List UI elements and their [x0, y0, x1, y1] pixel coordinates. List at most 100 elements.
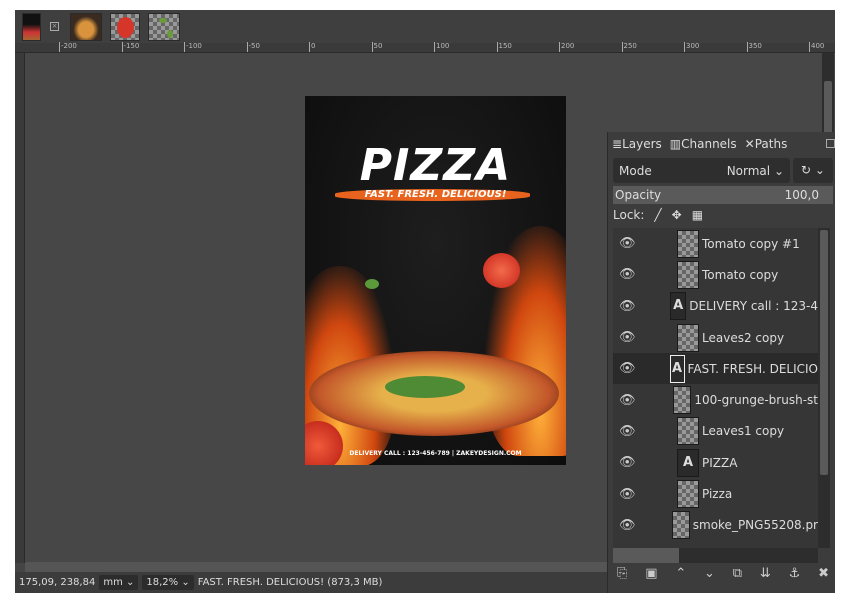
ruler-label: 250 [621, 42, 637, 52]
duplicate-layer-icon[interactable]: ⧉ [733, 566, 742, 581]
visibility-eye-icon[interactable]: 👁 [619, 487, 643, 502]
mode-label: Mode [619, 163, 652, 178]
layer-row[interactable]: 👁 A FAST. FRESH. DELICIO [613, 353, 818, 385]
image-tab-poster[interactable] [22, 13, 41, 41]
tab-paths[interactable]: ✕Paths [741, 135, 792, 153]
status-message: FAST. FRESH. DELICIOUS! (873,3 MB) [197, 577, 383, 588]
lock-alpha-icon[interactable]: ▦ [692, 208, 703, 222]
delete-layer-icon[interactable]: ✖ [818, 566, 829, 581]
anchor-mask-icon[interactable]: ⚓ [789, 566, 801, 581]
poster-footer: DELIVERY CALL : 123-456-789 | ZAKEYDESIG… [349, 450, 522, 457]
unit-value: mm [103, 577, 123, 588]
lock-row: Lock: ╱ ✥ ▦ [613, 208, 703, 222]
ruler-label: -100 [184, 42, 202, 52]
mode-select[interactable]: Mode Normal ⌄ [613, 158, 790, 183]
layer-thumbnail [677, 480, 699, 509]
lock-pixels-icon[interactable]: ╱ [654, 208, 661, 222]
tomato-slice [483, 253, 520, 288]
tab-label: Paths [754, 137, 788, 151]
text-layer-icon: A [669, 354, 685, 383]
pointer-coordinates: 175,09, 238,84 [19, 577, 96, 588]
channels-icon: ▥ [669, 137, 682, 151]
zoom-select[interactable]: 18,2% ⌄ [142, 575, 194, 590]
poster-image[interactable]: PIZZA FAST. FRESH. DELICIOUS! DELIVERY C… [305, 96, 566, 465]
zoom-value: 18,2% [146, 577, 179, 588]
visibility-eye-icon[interactable]: 👁 [619, 518, 638, 533]
layer-row[interactable]: 👁 100-grunge-brush-st [613, 384, 818, 415]
opacity-label: Opacity [615, 188, 662, 202]
vertical-ruler[interactable] [15, 53, 25, 563]
visibility-eye-icon[interactable]: 👁 [619, 361, 636, 376]
tab-channels[interactable]: ▥Channels [666, 135, 741, 153]
merge-layer-icon[interactable]: ⇊ [760, 566, 771, 581]
layers-hscrollbar[interactable] [613, 548, 818, 563]
image-tab-tomato[interactable] [110, 13, 140, 41]
layer-name: Leaves1 copy [702, 424, 785, 439]
layer-name: Pizza [702, 487, 733, 502]
layer-thumbnail [677, 417, 699, 446]
image-tab-leaves[interactable] [148, 13, 180, 41]
layer-row[interactable]: 👁 Tomato copy [613, 259, 818, 290]
ruler-label: 150 [496, 42, 512, 52]
layers-list: 👁 Tomato copy #1 👁 Tomato copy 👁 A DELIVERY ca… [613, 228, 818, 548]
visibility-eye-icon[interactable]: 👁 [619, 330, 643, 345]
opacity-slider[interactable]: Opacity 100,0 [613, 186, 833, 204]
layers-dock: ≣Layers ▥Channels ✕Paths Mode Normal ⌄ ↻ … [607, 132, 835, 593]
visibility-eye-icon[interactable]: 👁 [619, 299, 636, 314]
visibility-eye-icon[interactable]: 👁 [619, 424, 643, 439]
layer-row[interactable]: 👁 Pizza [613, 478, 818, 509]
horizontal-ruler[interactable]: -200 -150 -100 -50 0 50 100 150 200 250 300 350 400 [15, 42, 835, 53]
layer-row[interactable]: 👁 A DELIVERY call : 123-4 [613, 291, 818, 322]
layer-name: PIZZA [702, 455, 738, 470]
layer-row[interactable]: 👁 smoke_PNG55208.pr [613, 510, 818, 541]
close-tab-icon[interactable]: × [50, 22, 59, 31]
ruler-label: 0 [309, 42, 316, 52]
layers-icon: ≣ [612, 137, 623, 151]
basil-cluster [385, 376, 465, 398]
new-group-icon[interactable]: ▣ [645, 566, 657, 581]
unit-select[interactable]: mm ⌄ [99, 575, 139, 590]
layer-name: 100-grunge-brush-st [694, 393, 818, 408]
lower-layer-icon[interactable]: ⌄ [704, 566, 715, 581]
lock-label: Lock: [613, 208, 645, 222]
layer-name: FAST. FRESH. DELICIO [687, 361, 818, 376]
ruler-label: 300 [684, 42, 700, 52]
raise-layer-icon[interactable]: ⌃ [675, 566, 686, 581]
image-tab-pizza[interactable] [70, 13, 102, 41]
mode-value: Normal [726, 163, 771, 178]
layer-thumbnail [672, 386, 692, 415]
visibility-eye-icon[interactable]: 👁 [619, 455, 643, 470]
ruler-label: 350 [746, 42, 762, 52]
layer-name: DELIVERY call : 123-4 [689, 299, 818, 314]
visibility-eye-icon[interactable]: 👁 [619, 236, 643, 251]
visibility-eye-icon[interactable]: 👁 [619, 393, 639, 408]
text-layer-icon: A [677, 448, 699, 477]
new-layer-icon[interactable]: ⎘ [617, 566, 627, 581]
paths-icon: ✕ [744, 137, 755, 151]
ruler-label: -150 [121, 42, 140, 52]
basil-leaf [365, 279, 379, 289]
layer-buttons: ⎘ ▣ ⌃ ⌄ ⧉ ⇊ ⚓ ✖ [613, 566, 833, 581]
tab-layers[interactable]: ≣Layers [608, 135, 666, 153]
composite-mode-button[interactable]: ↻ ⌄ [793, 158, 833, 183]
layer-row[interactable]: 👁 Tomato copy #1 [613, 228, 818, 259]
layer-name: Tomato copy #1 [702, 236, 800, 251]
visibility-eye-icon[interactable]: 👁 [619, 267, 643, 282]
poster-title: PIZZA [359, 140, 512, 191]
tab-label: Layers [622, 137, 662, 151]
dock-menu-icon[interactable] [826, 139, 835, 148]
ruler-label: 400 [809, 42, 825, 52]
layer-row[interactable]: 👁 Leaves2 copy [613, 322, 818, 353]
layer-row[interactable]: 👁 A PIZZA [613, 447, 818, 478]
layer-thumbnail [677, 260, 699, 289]
poster-tagline: FAST. FRESH. DELICIOUS! [364, 189, 507, 200]
dock-tabs: ≣Layers ▥Channels ✕Paths [608, 135, 791, 153]
layers-scrollbar[interactable] [818, 228, 830, 548]
lock-position-icon[interactable]: ✥ [672, 208, 682, 222]
tab-label: Channels [681, 137, 737, 151]
opacity-value: 100,0 [784, 188, 819, 202]
layer-name: Leaves2 copy [702, 330, 785, 345]
ruler-label: 200 [559, 42, 575, 52]
layer-row[interactable]: 👁 Leaves1 copy [613, 416, 818, 447]
layer-name: smoke_PNG55208.pr [692, 518, 818, 533]
